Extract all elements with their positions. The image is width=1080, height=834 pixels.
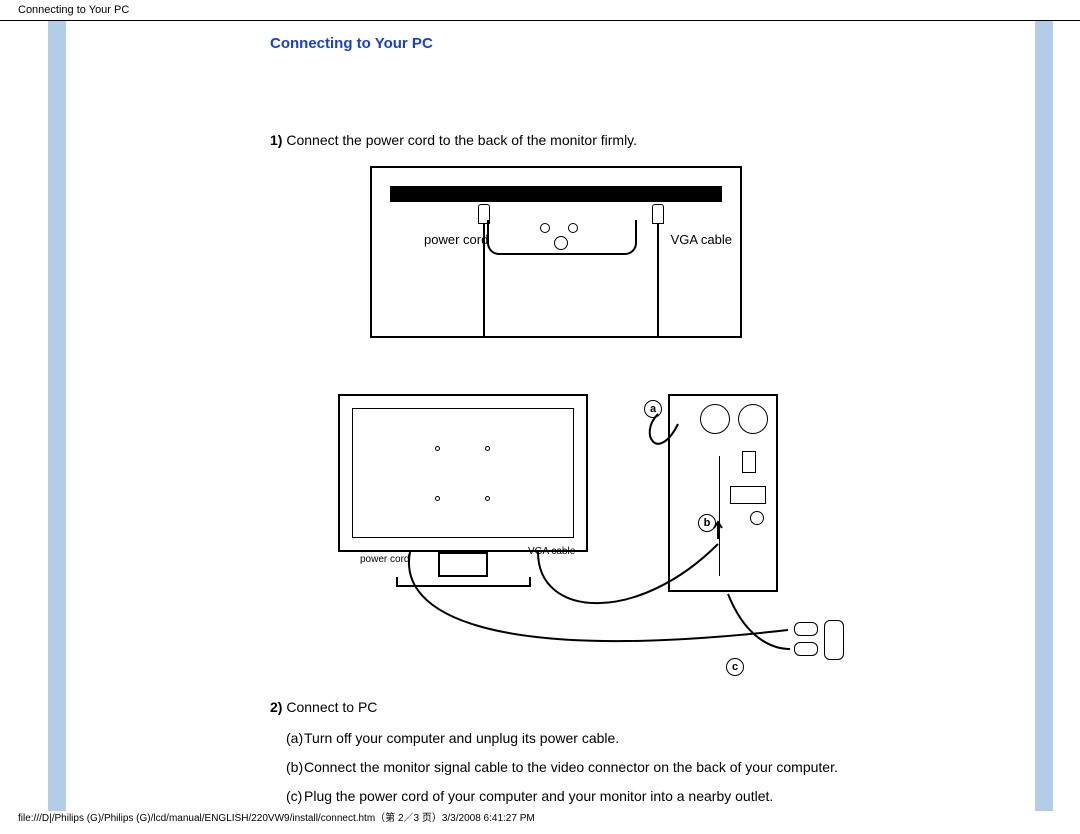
step-2-number: 2) — [270, 699, 282, 715]
monitor-base-icon — [396, 577, 531, 587]
sub-letter-c: (c) — [270, 787, 304, 806]
sub-text-c: Plug the power cord of your computer and… — [304, 787, 1010, 806]
list-item: (c) Plug the power cord of your computer… — [270, 787, 1010, 806]
pc-ports-icon — [742, 451, 756, 473]
pc-video-port-icon — [730, 486, 766, 504]
diagram-2-setup: power cord VGA cable a b c — [338, 394, 858, 679]
step-1-text: Connect the power cord to the back of th… — [286, 132, 637, 148]
power-plug-1-icon — [794, 622, 818, 636]
pc-knob-icon — [750, 511, 764, 525]
monitor-neck-icon — [438, 552, 488, 577]
page-header: Connecting to Your PC — [0, 0, 1080, 20]
vesa-hole-icon — [485, 446, 490, 451]
power-plug-icon — [478, 204, 490, 224]
diagram2-vga-label: VGA cable — [528, 546, 575, 557]
vesa-hole-icon — [435, 446, 440, 451]
step-2-sublist: (a) Turn off your computer and unplug it… — [270, 729, 1010, 806]
diagram1-vga-label: VGA cable — [671, 232, 732, 247]
right-sidebar-stripe — [1035, 21, 1053, 811]
knob-right-icon — [568, 223, 578, 233]
diagram-1-monitor-closeup: power cord VGA cable — [370, 166, 742, 338]
wall-outlet-icon — [824, 620, 844, 660]
label-c-icon: c — [726, 658, 744, 676]
section-heading: Connecting to Your PC — [270, 35, 1010, 52]
content-area: Connecting to Your PC 1) Connect the pow… — [270, 21, 1010, 806]
left-sidebar-stripe — [48, 21, 66, 811]
step-2-text: Connect to PC — [286, 699, 377, 715]
diagram2-power-label: power cord — [360, 554, 409, 565]
label-a-icon: a — [644, 400, 662, 418]
monitor-screen-icon — [352, 408, 574, 538]
step-2: 2) Connect to PC — [270, 699, 1010, 715]
center-knob-icon — [554, 236, 568, 250]
label-b-icon: b — [698, 514, 716, 532]
diagram1-power-label: power cord — [424, 232, 488, 247]
sub-letter-a: (a) — [270, 729, 304, 748]
knob-left-icon — [540, 223, 550, 233]
vesa-hole-icon — [435, 496, 440, 501]
pc-fan-2-icon — [700, 404, 730, 434]
vga-cable-icon — [657, 224, 659, 338]
vga-plug-icon — [652, 204, 664, 224]
page-body: Connecting to Your PC 1) Connect the pow… — [0, 20, 1080, 806]
sub-text-b: Connect the monitor signal cable to the … — [304, 758, 1010, 777]
monitor-top-edge-icon — [390, 186, 722, 202]
sub-text-a: Turn off your computer and unplug its po… — [304, 729, 1010, 748]
footer-path: file:///D|/Philips (G)/Philips (G)/lcd/m… — [18, 809, 535, 824]
monitor-icon — [338, 394, 588, 552]
list-item: (b) Connect the monitor signal cable to … — [270, 758, 1010, 777]
pc-fan-1-icon — [738, 404, 768, 434]
step-1: 1) Connect the power cord to the back of… — [270, 132, 1010, 148]
sub-letter-b: (b) — [270, 758, 304, 777]
pc-tower-icon — [668, 394, 778, 592]
power-plug-2-icon — [794, 642, 818, 656]
step-1-number: 1) — [270, 132, 282, 148]
vesa-hole-icon — [485, 496, 490, 501]
list-item: (a) Turn off your computer and unplug it… — [270, 729, 1010, 748]
